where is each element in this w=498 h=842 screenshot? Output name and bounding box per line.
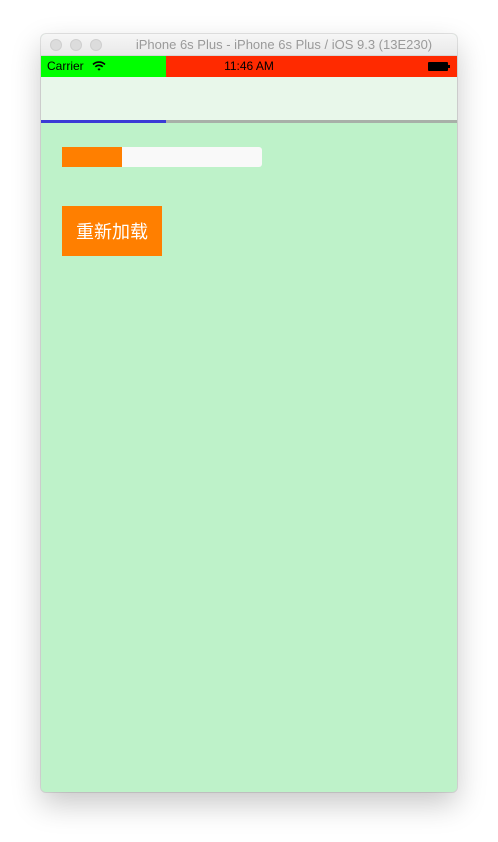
status-bar-time: 11:46 AM: [224, 59, 274, 73]
battery-icon: [428, 62, 450, 71]
simulator-window: iPhone 6s Plus - iPhone 6s Plus / iOS 9.…: [41, 34, 457, 792]
progress-view-fill: [62, 147, 122, 167]
window-title: iPhone 6s Plus - iPhone 6s Plus / iOS 9.…: [135, 37, 433, 52]
progress-view: [62, 147, 262, 167]
ios-status-bar: Carrier 11:46 AM: [41, 56, 457, 77]
navigation-bar: [41, 77, 457, 120]
minimize-window-button[interactable]: [70, 39, 82, 51]
zoom-window-button[interactable]: [90, 39, 102, 51]
close-window-button[interactable]: [50, 39, 62, 51]
reload-button[interactable]: 重新加载: [62, 206, 162, 256]
window-titlebar: iPhone 6s Plus - iPhone 6s Plus / iOS 9.…: [41, 34, 457, 56]
content-area: 重新加载: [41, 123, 457, 792]
